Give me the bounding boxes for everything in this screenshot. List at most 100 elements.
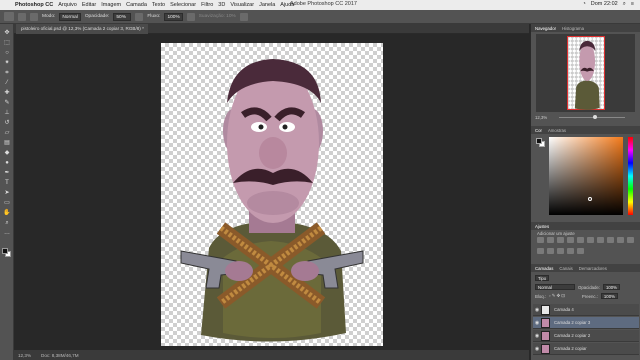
zoom-readout[interactable]: 12,3%	[18, 353, 31, 358]
visibility-eye-icon[interactable]: ◉	[533, 333, 541, 339]
tab-navigator[interactable]: Navegador	[535, 26, 556, 31]
type-tool-icon[interactable]: T	[3, 180, 11, 187]
zoom-tool-icon[interactable]: ⌕	[3, 220, 11, 227]
menu-item[interactable]: Imagem	[101, 2, 121, 8]
quick-select-tool-icon[interactable]: ⁕	[3, 60, 11, 67]
layer-name[interactable]: Camada 2 copiar 2	[554, 333, 590, 338]
dodge-tool-icon[interactable]: ●	[3, 160, 11, 167]
brush-size-picker[interactable]	[18, 12, 26, 21]
navigator-zoom-value[interactable]: 12,3%	[535, 115, 547, 120]
menu-list-icon[interactable]: ≡	[631, 1, 634, 8]
marquee-tool-icon[interactable]: ⬚	[3, 40, 11, 47]
hue-slider[interactable]	[628, 137, 633, 215]
app-menu[interactable]: Photoshop CC	[15, 2, 53, 8]
flow-field[interactable]: 100%	[164, 12, 183, 21]
eraser-tool-icon[interactable]: ▱	[3, 130, 11, 137]
navigator-preview[interactable]	[536, 34, 635, 112]
tab-histogram[interactable]: Histograma	[562, 26, 584, 31]
menu-item[interactable]: 3D	[218, 2, 225, 8]
opacity-field[interactable]: 50%	[113, 12, 132, 21]
layer-name[interactable]: Camada 2 copiar 3	[554, 320, 590, 325]
menu-item[interactable]: Janela	[259, 2, 275, 8]
hand-tool-icon[interactable]: ✋	[3, 210, 11, 217]
tab-channels[interactable]: Canais	[559, 266, 572, 271]
pen-tool-icon[interactable]: ✒	[3, 170, 11, 177]
pressure-opacity-icon[interactable]	[135, 12, 144, 21]
airbrush-icon[interactable]	[186, 12, 195, 21]
color-field[interactable]	[549, 137, 623, 215]
visibility-eye-icon[interactable]: ◉	[533, 346, 541, 352]
blur-tool-icon[interactable]: ◆	[3, 150, 11, 157]
document-tab[interactable]: pistoleiro oficial.psd @ 12,3% (Camada 2…	[16, 24, 148, 34]
color-picker-ring[interactable]	[588, 197, 592, 201]
shape-tool-icon[interactable]: ▭	[3, 200, 11, 207]
brush-tool-icon[interactable]: ✎	[3, 100, 11, 107]
more-tools-icon[interactable]: …	[3, 230, 11, 237]
layer-name[interactable]: Camada 4	[554, 307, 574, 312]
channel-mixer-icon[interactable]	[627, 237, 634, 243]
wifi-icon[interactable]: ◔	[582, 1, 585, 8]
blend-mode-select[interactable]: Normal	[535, 284, 575, 290]
tab-layers[interactable]: Camadas	[535, 266, 553, 271]
tab-paths[interactable]: Demarcadores	[579, 266, 607, 271]
navigator-view-box[interactable]	[567, 36, 605, 110]
invert-icon[interactable]	[537, 248, 544, 254]
clock[interactable]: Dom 22:02	[591, 1, 618, 8]
navigator-zoom-slider[interactable]	[559, 117, 625, 118]
path-select-tool-icon[interactable]: ➤	[3, 190, 11, 197]
crop-tool-icon[interactable]: ⌗	[3, 70, 11, 77]
document-size[interactable]: Doc: 8,38M/46,7M	[41, 353, 79, 358]
layer-name[interactable]: Camada 2 copiar	[554, 346, 587, 351]
menu-item[interactable]: Filtro	[201, 2, 213, 8]
gradient-tool-icon[interactable]: ▤	[3, 140, 11, 147]
levels-icon[interactable]	[547, 237, 554, 243]
layer-opacity-field[interactable]: 100%	[602, 284, 620, 290]
canvas-area[interactable]	[14, 34, 529, 350]
posterize-icon[interactable]	[547, 248, 554, 254]
menu-item[interactable]: Arquivo	[58, 2, 77, 8]
lock-icon[interactable]: ▫ ✎ ✥ ⊡	[549, 293, 565, 299]
healing-tool-icon[interactable]: ✚	[3, 90, 11, 97]
brush-preset-icon[interactable]	[4, 12, 14, 21]
threshold-icon[interactable]	[557, 248, 564, 254]
hue-saturation-icon[interactable]	[587, 237, 594, 243]
layer-row[interactable]: ◉ Camada 4	[533, 304, 639, 316]
menu-item[interactable]: Visualizar	[230, 2, 254, 8]
foreground-color-swatch[interactable]	[2, 248, 8, 254]
history-brush-icon[interactable]: ↺	[3, 120, 11, 127]
menu-item[interactable]: Texto	[152, 2, 165, 8]
apple-icon[interactable]	[4, 1, 11, 9]
move-tool-icon[interactable]: ✥	[3, 30, 11, 37]
smoothing-settings-icon[interactable]	[239, 12, 248, 21]
vibrance-icon[interactable]	[577, 237, 584, 243]
gradient-map-icon[interactable]	[567, 248, 574, 254]
menu-item[interactable]: Selecionar	[170, 2, 196, 8]
layer-row[interactable]: ◉ Camada 2 copiar	[533, 343, 639, 355]
tab-adjustments[interactable]: Ajustes	[535, 224, 549, 229]
curves-icon[interactable]	[557, 237, 564, 243]
layer-kind-filter[interactable]: Tipo	[535, 275, 550, 281]
exposure-icon[interactable]	[567, 237, 574, 243]
stamp-tool-icon[interactable]: ⊥	[3, 110, 11, 117]
fill-field[interactable]: 100%	[600, 293, 618, 299]
selective-color-icon[interactable]	[577, 248, 584, 254]
menu-item[interactable]: Editar	[82, 2, 96, 8]
visibility-eye-icon[interactable]: ◉	[533, 307, 541, 313]
layer-row[interactable]: ◉ Camada 2 copiar 2	[533, 330, 639, 342]
eyedropper-tool-icon[interactable]: ⁄	[3, 80, 11, 87]
tab-swatches[interactable]: Amostras	[548, 128, 566, 133]
color-foreground-swatch[interactable]	[536, 138, 542, 144]
color-balance-icon[interactable]	[597, 237, 604, 243]
brightness-icon[interactable]	[537, 237, 544, 243]
lasso-tool-icon[interactable]: ○	[3, 50, 11, 57]
visibility-eye-icon[interactable]: ◉	[533, 320, 541, 326]
mode-select[interactable]: Normal	[59, 12, 81, 21]
tab-color[interactable]: Cor	[535, 128, 542, 133]
document-canvas[interactable]	[161, 43, 383, 346]
layer-row-selected[interactable]: ◉ Camada 2 copiar 3	[533, 317, 639, 329]
black-white-icon[interactable]	[607, 237, 614, 243]
brush-panel-toggle[interactable]	[30, 12, 38, 21]
menu-item[interactable]: Camada	[126, 2, 147, 8]
navigator-zoom-knob[interactable]	[593, 115, 597, 119]
search-icon[interactable]: ⌕	[623, 1, 626, 8]
